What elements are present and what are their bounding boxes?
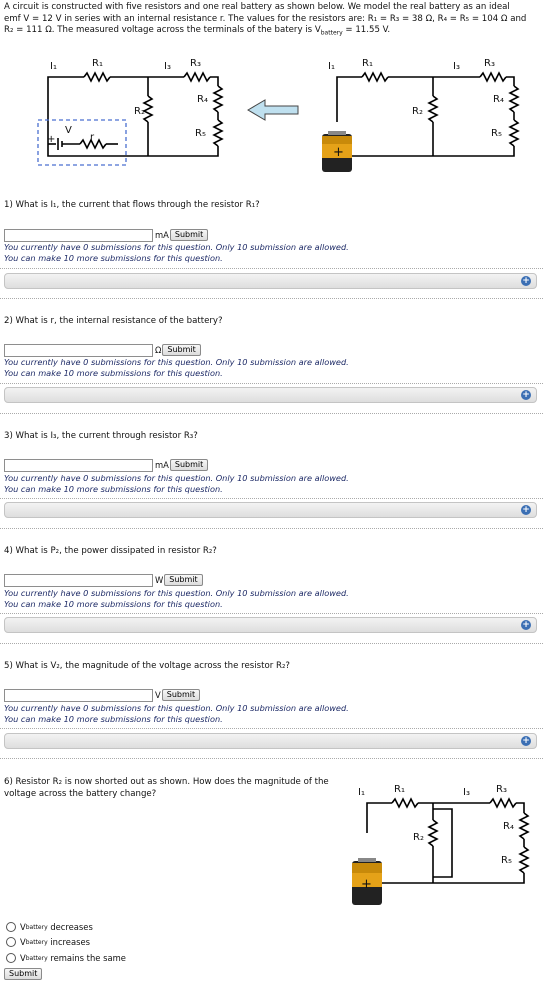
label-r2: R₂ [134, 106, 145, 117]
question-4: 4) What is P₂, the power dissipated in r… [4, 546, 217, 556]
expand-plus-icon[interactable]: + [521, 505, 531, 515]
expand-plus-icon[interactable]: + [521, 276, 531, 286]
divider [0, 298, 543, 299]
label-i1: I₁ [50, 61, 57, 72]
divider [0, 413, 543, 414]
submission-info-5: You currently have 0 submissions for thi… [4, 703, 349, 724]
label-i3-right: I₃ [453, 61, 460, 72]
label-plus-right: + [333, 145, 344, 160]
question-6: 6) Resistor R₂ is now shorted out as sho… [4, 777, 329, 799]
label-r2-shorted: R₂ [413, 832, 424, 843]
expand-plus-icon[interactable]: + [521, 620, 531, 630]
radio-button[interactable] [6, 953, 16, 963]
label-plus: + [47, 134, 55, 145]
unit-4: W [155, 575, 164, 585]
label-i3-shorted: I₃ [463, 787, 470, 798]
unit-5: V [155, 690, 161, 700]
intro-line-2: emf V = 12 V in series with an internal … [4, 13, 527, 24]
answer-row-2: Ω Submit [4, 343, 201, 357]
divider [0, 268, 543, 269]
label-i3: I₃ [164, 61, 171, 72]
hint-bar-4[interactable]: + [4, 617, 537, 633]
unit-1: mA [155, 230, 169, 240]
submit-button-4[interactable]: Submit [164, 574, 203, 586]
hint-bar-1[interactable]: + [4, 273, 537, 289]
circuit-diagrams: I₁ R₁ I₃ R₃ R₄ R₅ R₂ V r + I₁ R₁ I₃ R₃ R… [37, 58, 520, 172]
expand-plus-icon[interactable]: + [521, 390, 531, 400]
submit-button-1[interactable]: Submit [169, 229, 209, 241]
label-r4-right: R₄ [493, 94, 504, 105]
question-2: 2) What is r, the internal resistance of… [4, 316, 223, 326]
label-r4-shorted: R₄ [503, 821, 514, 832]
radio-button[interactable] [6, 937, 16, 947]
label-r1-shorted: R₁ [394, 784, 405, 795]
submission-info-1: You currently have 0 submissions for thi… [4, 242, 349, 263]
divider [0, 613, 543, 614]
divider [0, 643, 543, 644]
answer-input-5[interactable] [4, 688, 153, 702]
option-decreases[interactable]: Vbattery decreases [6, 922, 93, 932]
submission-info-4: You currently have 0 submissions for thi… [4, 588, 349, 609]
divider [0, 728, 543, 729]
divider [0, 498, 543, 499]
radio-button[interactable] [6, 922, 16, 932]
submit-button-2[interactable]: Submit [162, 344, 201, 356]
answer-row-4: W Submit [4, 573, 203, 587]
intro-line-1: A circuit is constructed with five resis… [4, 2, 510, 12]
label-r1-right: R₁ [362, 58, 373, 69]
submit-button-3[interactable]: Submit [169, 459, 209, 471]
answer-input-3[interactable] [4, 458, 153, 472]
label-r5-right: R₅ [491, 128, 502, 139]
submission-info-2: You currently have 0 submissions for thi… [4, 357, 349, 378]
expand-plus-icon[interactable]: + [521, 736, 531, 746]
hint-bar-3[interactable]: + [4, 502, 537, 518]
answer-row-1: mA Submit [4, 228, 209, 242]
label-i1-right: I₁ [328, 61, 335, 72]
answer-input-4[interactable] [4, 573, 153, 587]
label-r-internal: r [90, 132, 95, 143]
question-5: 5) What is V₂, the magnitude of the volt… [4, 661, 290, 671]
label-r2-right: R₂ [412, 106, 423, 117]
label-r5-shorted: R₅ [501, 855, 512, 866]
answer-input-1[interactable] [4, 228, 153, 242]
answer-row-5: V Submit [4, 688, 201, 702]
label-r1: R₁ [92, 58, 103, 69]
question-1: 1) What is I₁, the current that flows th… [4, 200, 260, 210]
answer-row-3: mA Submit [4, 458, 209, 472]
problem-intro: A circuit is constructed with five resis… [4, 2, 540, 39]
label-r3-shorted: R₃ [496, 784, 507, 795]
label-r5: R₅ [195, 128, 206, 139]
submission-info-3: You currently have 0 submissions for thi… [4, 473, 349, 494]
unit-3: mA [155, 460, 169, 470]
hint-bar-2[interactable]: + [4, 387, 537, 403]
option-remains-same[interactable]: Vbattery remains the same [6, 953, 126, 963]
option-increases[interactable]: Vbattery increases [6, 937, 90, 947]
label-plus-shorted: + [361, 877, 372, 892]
submit-button-5[interactable]: Submit [161, 689, 201, 701]
answer-input-2[interactable] [4, 343, 153, 357]
label-r3-right: R₃ [484, 58, 495, 69]
label-v: V [65, 125, 72, 136]
divider [0, 528, 543, 529]
shorted-circuit-diagram: I₁ R₁ I₃ R₃ R₄ R₅ R₂ + [352, 784, 530, 905]
hint-bar-5[interactable]: + [4, 733, 537, 749]
label-r3: R₃ [190, 58, 201, 69]
intro-line-3: R₂ = 111 Ω. The measured voltage across … [4, 25, 391, 37]
unit-2: Ω [155, 345, 162, 355]
submit-button-6[interactable]: Submit [4, 968, 43, 980]
question-3: 3) What is I₃, the current through resis… [4, 431, 198, 441]
divider [0, 383, 543, 384]
divider [0, 758, 543, 759]
label-r4: R₄ [197, 94, 208, 105]
label-i1-shorted: I₁ [358, 787, 365, 798]
